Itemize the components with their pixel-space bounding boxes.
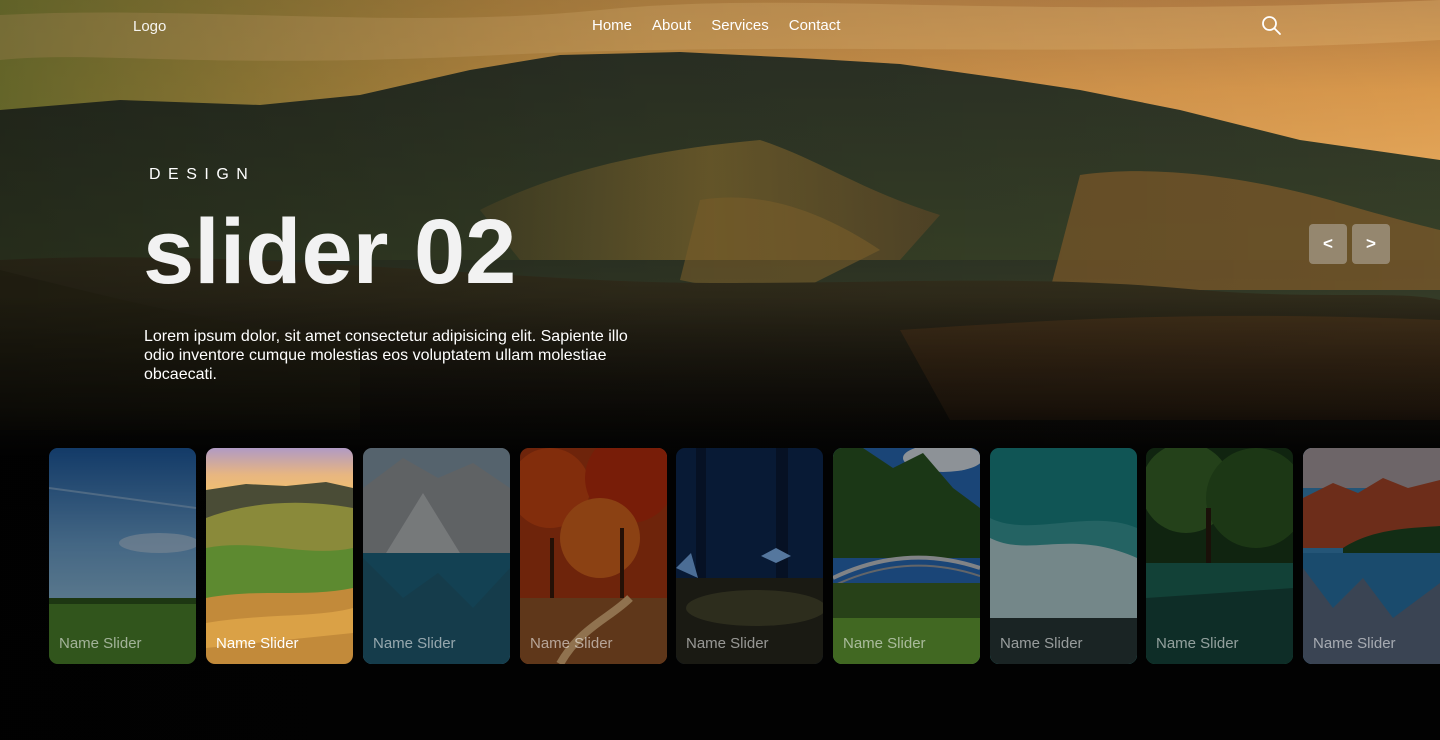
hero-kicker: DESIGN	[149, 166, 256, 183]
thumbnail-card[interactable]: Name Slider	[676, 448, 823, 664]
thumbnail-strip: Name Slider Name Slider Name Slider Name…	[0, 448, 1440, 664]
thumbnail-dim	[206, 448, 353, 664]
thumbnail-card[interactable]: Name Slider	[49, 448, 196, 664]
thumbnail-card-active[interactable]: Name Slider	[206, 448, 353, 664]
thumbnail-card[interactable]: Name Slider	[1303, 448, 1440, 664]
previous-slide-button[interactable]: <	[1309, 224, 1347, 264]
thumbnail-card[interactable]: Name Slider	[520, 448, 667, 664]
thumbnail-caption: Name Slider	[530, 635, 613, 652]
logo[interactable]: Logo	[133, 18, 166, 35]
thumbnail-dim	[1303, 448, 1440, 664]
menu-item-services[interactable]: Services	[711, 17, 769, 34]
thumbnail-card[interactable]: Name Slider	[990, 448, 1137, 664]
thumbnail-dim	[676, 448, 823, 664]
top-navigation: Logo Home About Services Contact	[0, 0, 1440, 52]
hero-title: slider 02	[143, 201, 517, 303]
thumbnail-caption: Name Slider	[686, 635, 769, 652]
thumbnail-caption: Name Slider	[1000, 635, 1083, 652]
hero-description: Lorem ipsum dolor, sit amet consectetur …	[144, 328, 628, 383]
thumbnail-dim	[990, 448, 1137, 664]
thumbnail-card[interactable]: Name Slider	[363, 448, 510, 664]
thumbnail-dim	[363, 448, 510, 664]
thumbnail-card[interactable]: Name Slider	[1146, 448, 1293, 664]
thumbnail-dim	[833, 448, 980, 664]
menu-item-about[interactable]: About	[652, 17, 691, 34]
thumbnail-dim	[1146, 448, 1293, 664]
thumbnail-caption: Name Slider	[216, 635, 299, 652]
next-slide-button[interactable]: >	[1352, 224, 1390, 264]
thumbnail-card[interactable]: Name Slider	[833, 448, 980, 664]
thumbnail-caption: Name Slider	[1313, 635, 1396, 652]
search-icon[interactable]	[1260, 14, 1284, 38]
thumbnail-caption: Name Slider	[843, 635, 926, 652]
menu-item-home[interactable]: Home	[592, 17, 632, 34]
main-menu: Home About Services Contact	[592, 17, 860, 34]
thumbnail-caption: Name Slider	[373, 635, 456, 652]
thumbnail-caption: Name Slider	[1156, 635, 1239, 652]
thumbnail-dim	[49, 448, 196, 664]
menu-item-contact[interactable]: Contact	[789, 17, 841, 34]
thumbnail-caption: Name Slider	[59, 635, 142, 652]
thumbnail-dim	[520, 448, 667, 664]
